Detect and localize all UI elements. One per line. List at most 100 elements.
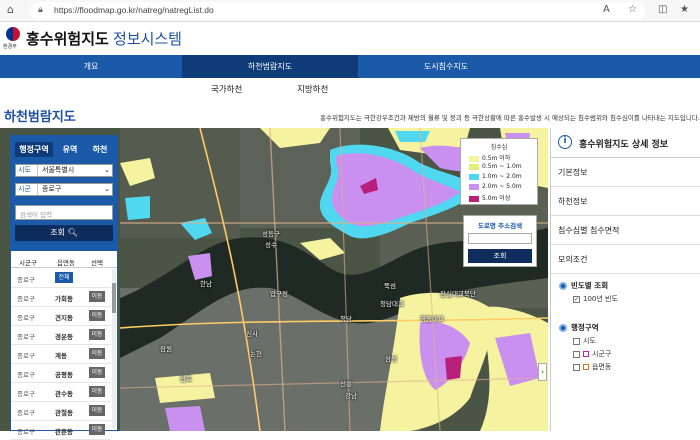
tab-river[interactable]: 하천 xyxy=(87,142,113,157)
detail-item-label: 침수심별 침수면적 xyxy=(558,226,620,235)
government-logo-icon[interactable] xyxy=(6,27,20,41)
row-dong: 경운동 xyxy=(55,333,73,341)
table-row: 종로구 계동 이동 xyxy=(11,345,111,364)
row-move-button[interactable]: 이동 xyxy=(89,291,105,302)
admin-option-label: 시군구 xyxy=(592,350,612,358)
page-title: 하천범람지도 xyxy=(4,109,76,124)
split-screen-icon[interactable]: ◫ xyxy=(658,4,667,15)
tab-admin-region[interactable]: 행정구역 xyxy=(15,142,53,157)
detail-item-flood-area[interactable]: 침수심별 침수면적 xyxy=(551,216,700,245)
nav-tab-river-flood-map[interactable]: 하천범람지도 xyxy=(182,55,358,78)
map-label: 강남 xyxy=(345,392,357,400)
frequency-section-title: 빈도별 조회 xyxy=(559,280,608,291)
legend-item: 5.0m 이상 xyxy=(469,193,510,202)
road-address-input[interactable] xyxy=(468,233,532,244)
frequency-option[interactable]: ✓ 100년 빈도 xyxy=(573,294,618,304)
admin-option-dong[interactable]: 읍면동 xyxy=(573,362,611,372)
results-scrollbar[interactable] xyxy=(112,269,116,429)
col-select: 선택 xyxy=(91,259,103,267)
row-sigungu: 종로구 xyxy=(17,333,35,341)
legend-swatch xyxy=(469,183,479,190)
legend-swatch xyxy=(469,163,479,170)
row-move-button[interactable]: 이동 xyxy=(89,405,105,416)
nav-tab-urban-flood-map[interactable]: 도시침수지도 xyxy=(358,55,534,78)
row-move-button[interactable]: 이동 xyxy=(89,367,105,378)
checkbox-icon[interactable] xyxy=(573,350,580,358)
sido-select[interactable]: 시도 서울특별시 ⌄ xyxy=(15,164,113,177)
sigungu-value: 종로구 xyxy=(42,185,62,193)
admin-option-label: 읍면동 xyxy=(592,363,612,371)
checkbox-icon[interactable] xyxy=(573,337,580,345)
legend-title: 침수심 xyxy=(490,144,508,151)
subnav-national-river[interactable]: 국가하천 xyxy=(211,83,242,95)
road-search-title: 도로명 주소검색 xyxy=(477,222,523,230)
row-move-button[interactable]: 이동 xyxy=(89,348,105,359)
legend-swatch xyxy=(469,195,479,202)
favorites-icon[interactable]: ★ xyxy=(680,4,689,15)
row-move-button[interactable]: 이동 xyxy=(89,329,105,340)
admin-option-label: 시도 xyxy=(583,337,596,345)
detail-info-panel: i 홍수위험지도 상세 정보 기본정보 하천정보 침수심별 침수면적 모의조건 … xyxy=(550,128,700,431)
chevron-right-icon[interactable]: › xyxy=(538,363,547,381)
checkbox-checked-icon[interactable]: ✓ xyxy=(573,295,580,303)
checkbox-icon[interactable] xyxy=(573,363,580,371)
row-dong: 가회동 xyxy=(55,295,73,303)
subnav-local-river[interactable]: 지방하천 xyxy=(297,83,328,95)
search-input[interactable]: 검색어 입력 xyxy=(15,205,113,220)
map-label: 삼성 xyxy=(385,355,397,363)
map-label: 뚝섬 xyxy=(384,282,396,290)
detail-panel-header: i 홍수위험지도 상세 정보 xyxy=(551,128,700,158)
row-all-button[interactable]: 전체 xyxy=(55,272,73,283)
row-move-button[interactable]: 이동 xyxy=(89,386,105,397)
row-move-button[interactable]: 이동 xyxy=(89,424,105,435)
row-sigungu: 종로구 xyxy=(17,295,35,303)
site-title-main: 홍수위험지도 xyxy=(26,31,113,48)
col-dong: 읍면동 xyxy=(57,259,75,267)
scrollbar-thumb[interactable] xyxy=(112,283,116,313)
site-header: 환경부 홍수위험지도 정보시스템 xyxy=(0,22,700,55)
table-row: 종로구 관철동 이동 xyxy=(11,402,111,421)
legend-item: 2.0m ~ 5.0m xyxy=(469,183,522,190)
row-sigungu: 종로구 xyxy=(17,390,35,398)
admin-option-sigungu[interactable]: 시군구 xyxy=(573,349,611,359)
row-sigungu: 종로구 xyxy=(17,314,35,322)
detail-item-river-info[interactable]: 하천정보 xyxy=(551,187,700,216)
section-bullet-icon xyxy=(559,282,567,290)
table-row: 종로구 공평동 이동 xyxy=(11,364,111,383)
row-sigungu: 종로구 xyxy=(17,371,35,379)
sigungu-select[interactable]: 시군구 종로구 ⌄ xyxy=(15,183,113,204)
map-label: 영동대교 xyxy=(420,315,444,323)
lock-icon[interactable]: 🔒︎ xyxy=(38,5,43,15)
browser-toolbar: ⌂ 🔒︎ https://floodmap.go.kr/natreg/natre… xyxy=(0,0,700,22)
dong-marker-icon xyxy=(583,364,589,370)
url-text[interactable]: https://floodmap.go.kr/natreg/natregList… xyxy=(54,5,214,15)
legend-swatch xyxy=(469,173,479,180)
favorite-star-icon[interactable]: ☆ xyxy=(628,4,637,15)
nav-tab-overview[interactable]: 개요 xyxy=(0,55,182,78)
read-aloud-icon[interactable]: A xyxy=(603,4,610,15)
row-sigungu: 종로구 xyxy=(17,276,35,284)
frequency-section-label: 빈도별 조회 xyxy=(571,281,609,290)
row-dong: 관훈동 xyxy=(55,428,73,436)
detail-item-label: 모의조건 xyxy=(558,255,588,264)
search-button[interactable]: 조회 🔍︎ xyxy=(15,225,113,241)
search-button-label: 조회 xyxy=(50,228,66,237)
map-label: 압구정 xyxy=(270,290,288,298)
info-icon: i xyxy=(558,135,572,149)
sigungu-label: 시군구 xyxy=(16,184,38,204)
legend-label: 0.5m ~ 1.0m xyxy=(482,163,522,170)
table-row: 종로구 전체 xyxy=(11,269,111,288)
tab-basin[interactable]: 유역 xyxy=(57,142,83,157)
admin-option-sido[interactable]: 시도 xyxy=(573,336,596,346)
road-search-button[interactable]: 조회 xyxy=(468,249,532,263)
map-label: 성수 xyxy=(265,241,277,249)
detail-item-simulation[interactable]: 모의조건 xyxy=(551,245,700,274)
row-dong: 관철동 xyxy=(55,409,73,417)
home-icon[interactable]: ⌂ xyxy=(7,3,14,16)
search-icon: 🔍︎ xyxy=(67,228,78,237)
detail-item-basic-info[interactable]: 기본정보 xyxy=(551,158,700,187)
map-label: 논현 xyxy=(250,350,262,358)
row-move-button[interactable]: 이동 xyxy=(89,310,105,321)
row-dong: 견지동 xyxy=(55,314,73,322)
site-title[interactable]: 홍수위험지도 정보시스템 xyxy=(26,28,182,49)
